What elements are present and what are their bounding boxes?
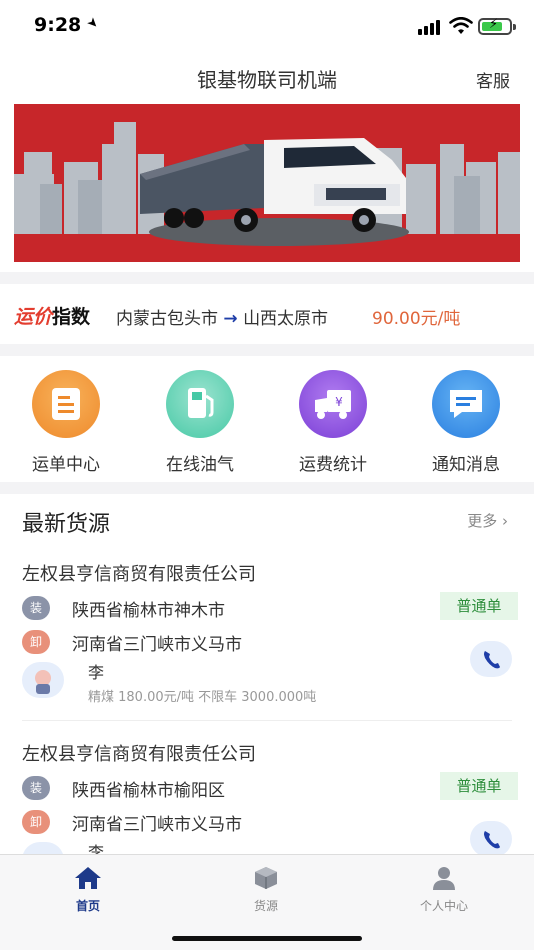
- section-title: 最新货源: [22, 512, 111, 537]
- load-tag: 装: [22, 776, 50, 800]
- truck-illustration: [14, 104, 520, 262]
- tab-label: 个人中心: [419, 899, 468, 913]
- route-arrow-icon: →: [223, 309, 238, 329]
- status-bar: 9:28 ➤ ⚡: [0, 0, 534, 52]
- phone-icon: [484, 651, 500, 669]
- profile-icon: [384, 865, 504, 891]
- menu-online-fuel[interactable]: 在线油气: [150, 370, 250, 475]
- wifi-icon: [449, 17, 473, 34]
- menu-label: 通知消息: [432, 455, 500, 475]
- tab-label: 首页: [75, 899, 100, 913]
- battery-icon: ⚡: [478, 17, 516, 35]
- location-arrow-icon: ➤: [83, 14, 102, 33]
- page-title: 银基物联司机端: [197, 68, 337, 92]
- shipper-name: 李: [88, 843, 105, 854]
- price-index-logo: 运价指数: [14, 306, 91, 328]
- menu-label: 运单中心: [32, 455, 100, 475]
- nav-bar: 银基物联司机端 客服: [0, 52, 534, 102]
- menu-freight-stats[interactable]: ¥ 运费统计: [283, 370, 383, 475]
- unload-address: 河南省三门峡市义马市: [72, 815, 242, 835]
- shipper-name: 李: [88, 663, 105, 682]
- cargo-company: 左权县亨信商贸有限责任公司: [22, 744, 256, 765]
- quick-menu: 运单中心 在线油气 ¥ 运费统计 通知消息: [0, 356, 534, 482]
- menu-label: 在线油气: [166, 455, 234, 475]
- unload-tag: 卸: [22, 810, 50, 834]
- home-indicator: [172, 936, 362, 941]
- menu-notifications[interactable]: 通知消息: [416, 370, 516, 475]
- svg-text:¥: ¥: [335, 395, 343, 409]
- freight-truck-icon: ¥: [299, 370, 367, 438]
- tab-profile[interactable]: 个人中心: [384, 865, 504, 914]
- price-route: 内蒙古包头市 → 山西太原市: [116, 304, 328, 329]
- phone-icon: [484, 831, 500, 849]
- message-icon: [432, 370, 500, 438]
- cargo-card[interactable]: 左权县亨信商贸有限责任公司 装 陕西省榆林市榆阳区 普通单 卸 河南省三门峡市义…: [0, 740, 534, 854]
- cellular-signal-icon: [418, 20, 440, 35]
- route-price: 90.00元/吨: [372, 309, 461, 329]
- load-tag: 装: [22, 596, 50, 620]
- customer-service-button[interactable]: 客服: [476, 67, 510, 92]
- phone-call-button[interactable]: [470, 641, 512, 677]
- unload-tag: 卸: [22, 630, 50, 654]
- unload-address: 河南省三门峡市义马市: [72, 635, 242, 655]
- menu-waybill-center[interactable]: 运单中心: [16, 370, 116, 475]
- freight-price-index[interactable]: 运价指数 内蒙古包头市 → 山西太原市 90.00元/吨: [0, 284, 534, 344]
- tab-cargo[interactable]: 货源: [206, 865, 326, 914]
- driver-avatar-icon: [35, 670, 51, 694]
- chevron-right-icon: ›: [502, 512, 508, 530]
- home-icon: [28, 865, 148, 891]
- banner-section: [0, 102, 534, 272]
- avatar: [22, 842, 64, 854]
- status-time: 9:28: [34, 14, 82, 36]
- tab-home[interactable]: 首页: [28, 865, 148, 914]
- cargo-company: 左权县亨信商贸有限责任公司: [22, 564, 256, 585]
- route-origin: 内蒙古包头市: [116, 309, 218, 329]
- tab-label: 货源: [253, 899, 278, 913]
- route-destination: 山西太原市: [243, 309, 329, 329]
- divider: [22, 720, 512, 721]
- latest-cargo-section: 最新货源 更多 › 左权县亨信商贸有限责任公司 装 陕西省榆林市神木市 普通单 …: [0, 494, 534, 854]
- order-type-badge: 普通单: [440, 772, 518, 800]
- truck-banner[interactable]: [14, 104, 520, 262]
- phone-call-button[interactable]: [470, 821, 512, 854]
- fuel-icon: [166, 370, 234, 438]
- avatar: [22, 662, 64, 698]
- cargo-box-icon: [206, 865, 326, 891]
- waybill-icon: [32, 370, 100, 438]
- more-link[interactable]: 更多 ›: [467, 510, 508, 531]
- load-address: 陕西省榆林市榆阳区: [72, 781, 225, 801]
- load-address: 陕西省榆林市神木市: [72, 601, 225, 621]
- cargo-info: 精煤 180.00元/吨 不限车 3000.000吨: [88, 690, 317, 705]
- menu-label: 运费统计: [299, 455, 367, 475]
- cargo-card[interactable]: 左权县亨信商贸有限责任公司 装 陕西省榆林市神木市 普通单 卸 河南省三门峡市义…: [0, 560, 534, 738]
- order-type-badge: 普通单: [440, 592, 518, 620]
